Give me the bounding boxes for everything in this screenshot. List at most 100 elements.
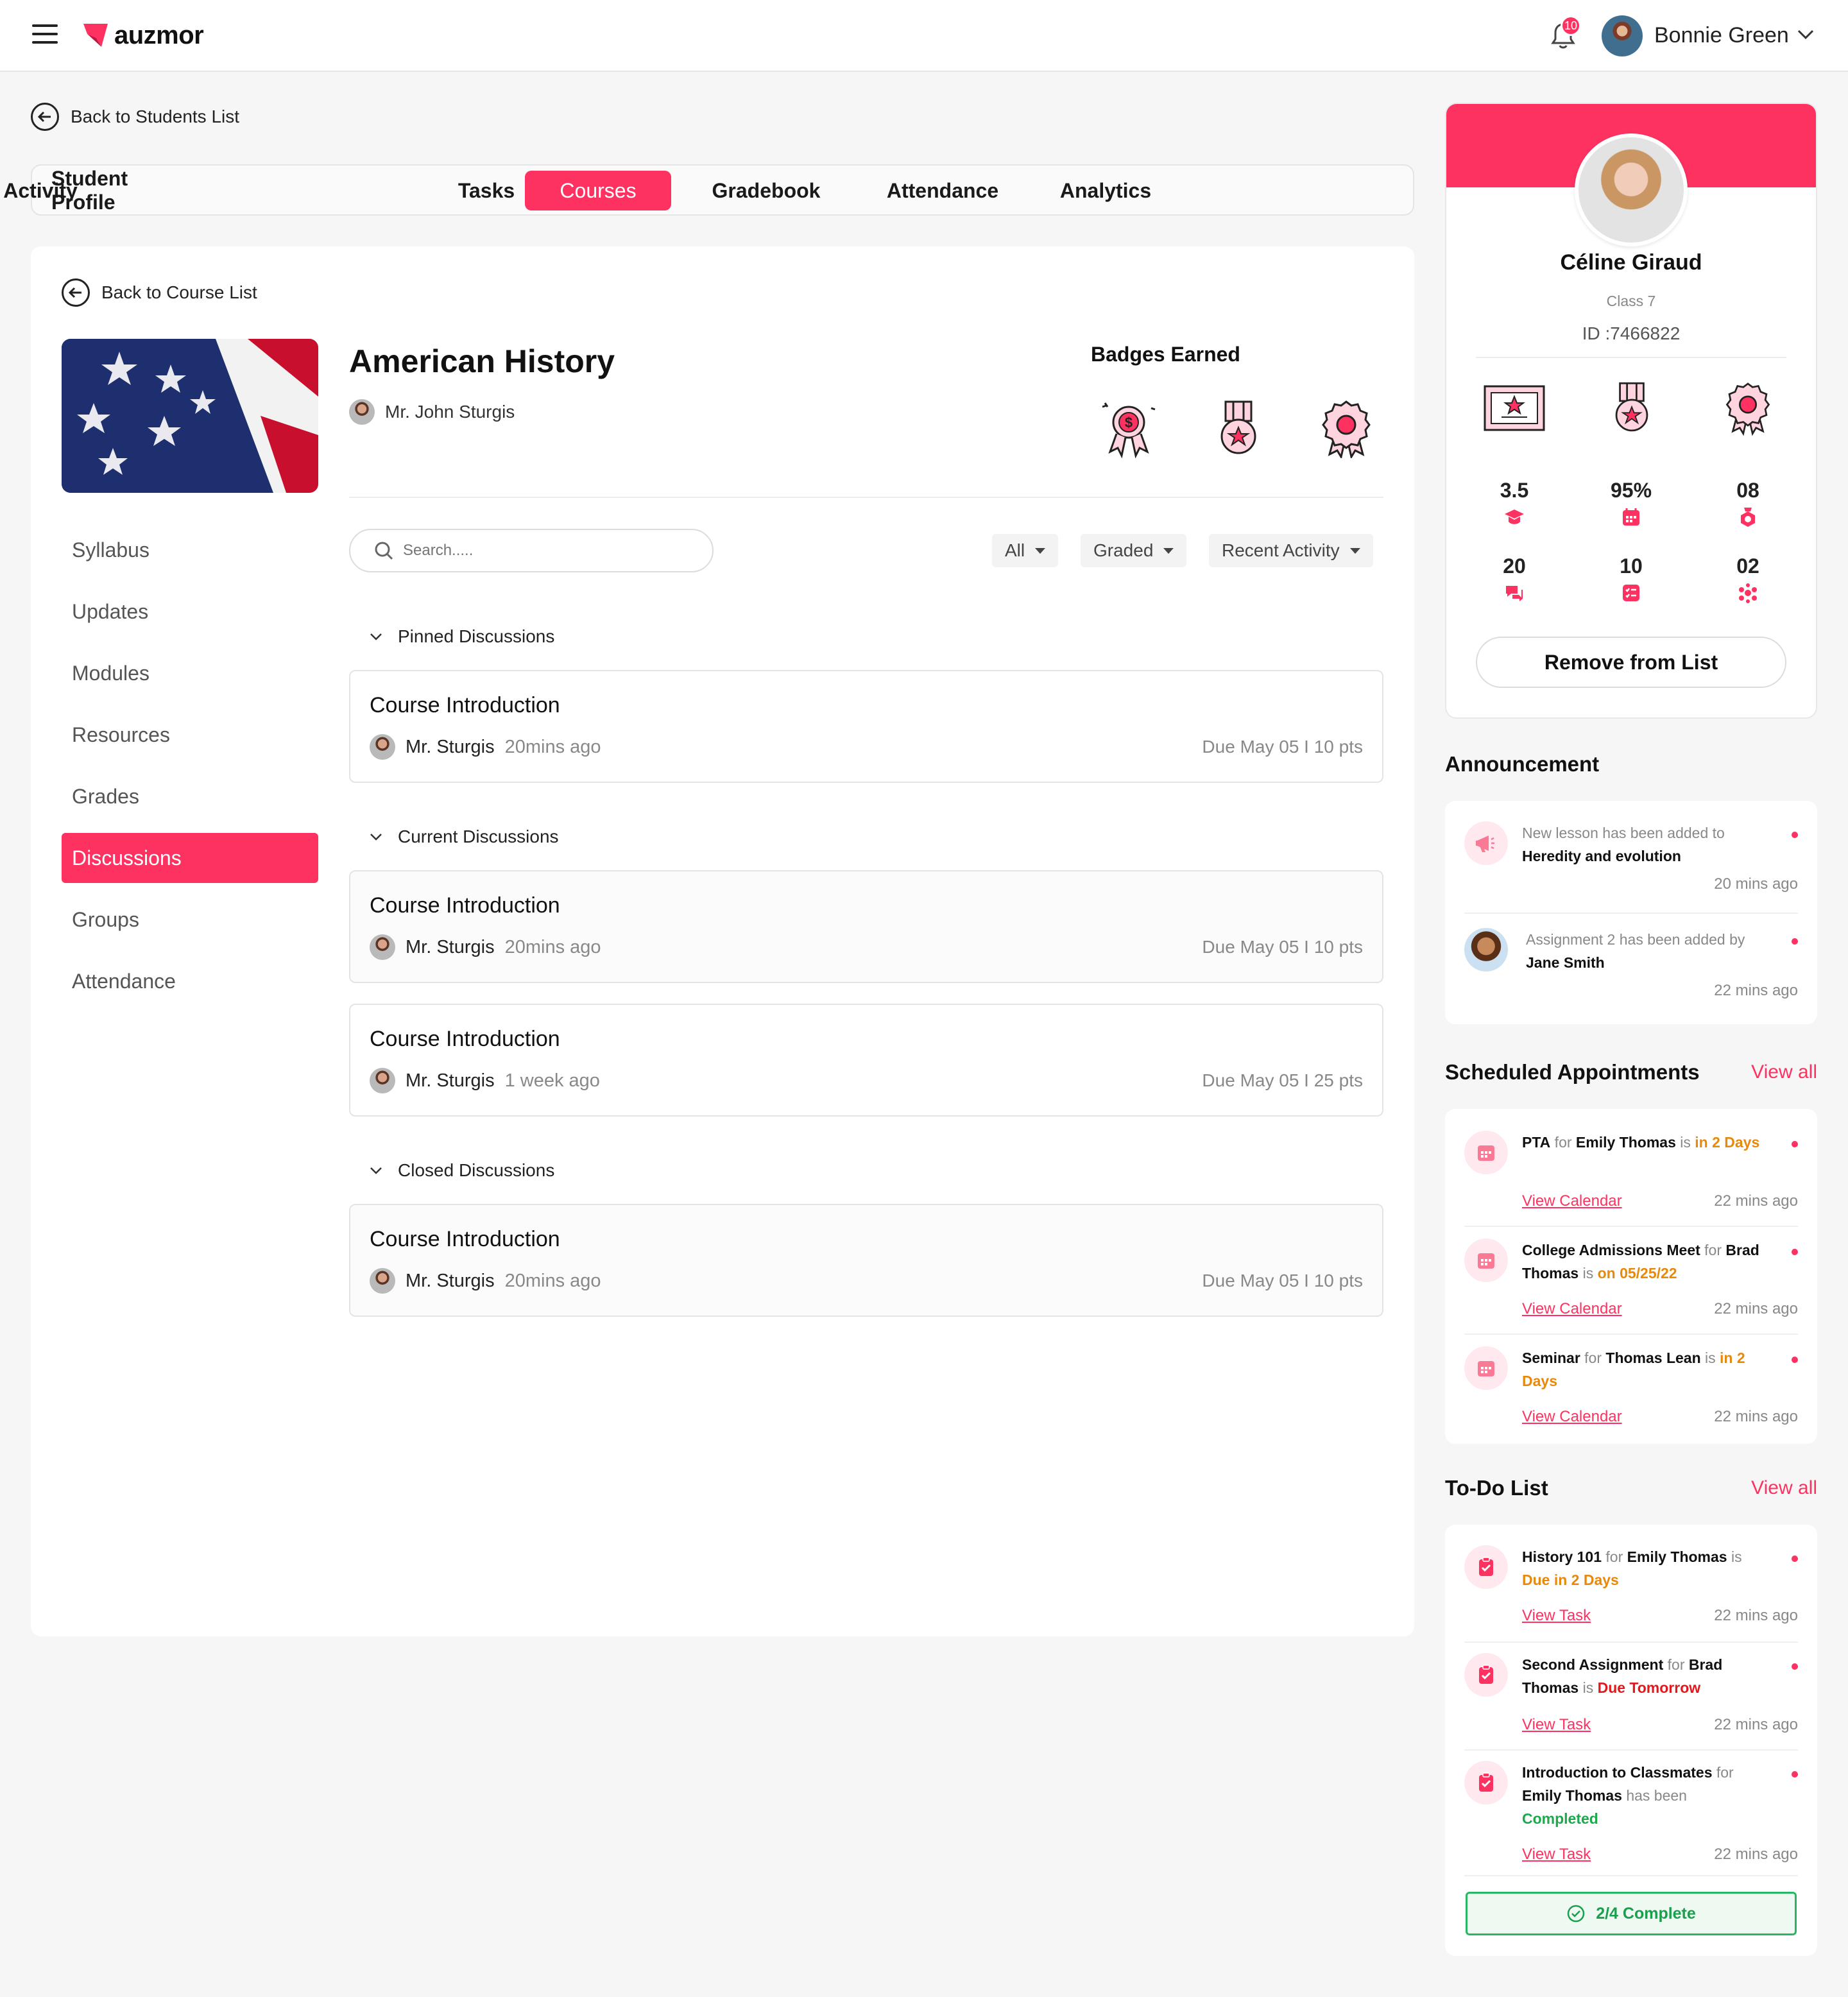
appointment-when: in 2 Days bbox=[1695, 1134, 1760, 1151]
todo-item: History 101 for Emily Thomas is Due in 2… bbox=[1464, 1545, 1798, 1635]
header-divider bbox=[349, 497, 1383, 498]
author-avatar bbox=[370, 934, 395, 960]
sidebar-item-discussions[interactable]: Discussions bbox=[62, 833, 318, 883]
sidebar-item-grades[interactable]: Grades bbox=[62, 771, 318, 821]
student-name: Céline Giraud bbox=[1560, 250, 1702, 275]
brand-logo[interactable]: auzmor bbox=[82, 19, 204, 51]
discussion-card[interactable]: Course Introduction Mr. Sturgis 1 week ag… bbox=[349, 1004, 1383, 1117]
filter-all-dropdown[interactable]: All bbox=[992, 534, 1059, 567]
sidebar-item-syllabus[interactable]: Syllabus bbox=[62, 525, 318, 575]
stat-attendance: 95% bbox=[1586, 479, 1676, 528]
arrow-left-icon bbox=[31, 103, 59, 131]
todo-task: Second Assignment bbox=[1522, 1656, 1664, 1673]
arrow-left-icon bbox=[62, 279, 90, 307]
tab-gradebook[interactable]: Gradebook bbox=[703, 171, 829, 210]
tab-attendance[interactable]: Attendance bbox=[875, 171, 1010, 210]
view-calendar-link[interactable]: View Calendar bbox=[1522, 1192, 1622, 1210]
todo-view-all-link[interactable]: View all bbox=[1751, 1477, 1817, 1499]
stat-attendance-value: 95% bbox=[1610, 479, 1652, 502]
megaphone-icon bbox=[1464, 821, 1508, 865]
discussion-title: Course Introduction bbox=[370, 1027, 560, 1051]
stat-tasks: 10 bbox=[1586, 554, 1676, 604]
announcement-title: Announcement bbox=[1445, 752, 1600, 776]
unread-dot bbox=[1792, 1249, 1798, 1255]
unread-dot bbox=[1792, 1141, 1798, 1147]
discussion-title: Course Introduction bbox=[370, 1227, 560, 1251]
tab-courses[interactable]: Courses bbox=[525, 171, 671, 210]
announcement-item[interactable]: Assignment 2 has been added by Jane Smit… bbox=[1464, 928, 1798, 1011]
discussion-card[interactable]: Course Introduction Mr. Sturgis 20mins ag… bbox=[349, 870, 1383, 983]
announcement-time: 22 mins ago bbox=[1714, 982, 1798, 999]
appointment-person: Thomas Lean bbox=[1605, 1350, 1701, 1366]
pinned-section-toggle[interactable]: Pinned Discussions bbox=[370, 626, 554, 647]
appointment-time: 22 mins ago bbox=[1714, 1192, 1798, 1210]
sidebar-item-modules[interactable]: Modules bbox=[62, 648, 318, 698]
closed-section-toggle[interactable]: Closed Discussions bbox=[370, 1160, 554, 1181]
view-task-link[interactable]: View Task bbox=[1522, 1846, 1591, 1864]
unread-dot bbox=[1792, 832, 1798, 838]
search-input[interactable] bbox=[403, 542, 685, 560]
remove-from-list-button[interactable]: Remove from List bbox=[1476, 637, 1786, 688]
filter-recent-dropdown[interactable]: Recent Activity bbox=[1209, 534, 1373, 567]
todo-task: History 101 bbox=[1522, 1548, 1602, 1565]
tab-analytics[interactable]: Analytics bbox=[1051, 171, 1160, 210]
discussion-card[interactable]: Course Introduction Mr. Sturgis 20mins ag… bbox=[349, 1204, 1383, 1317]
tab-tasks[interactable]: Tasks bbox=[448, 171, 525, 210]
user-name[interactable]: Bonnie Green bbox=[1654, 23, 1789, 48]
announcement-subject: Jane Smith bbox=[1526, 954, 1605, 971]
back-to-students-link[interactable]: Back to Students List bbox=[31, 103, 239, 131]
item-divider bbox=[1464, 1749, 1798, 1751]
view-task-link[interactable]: View Task bbox=[1522, 1716, 1591, 1734]
sidebar-item-groups[interactable]: Groups bbox=[62, 895, 318, 945]
back-to-course-link[interactable]: Back to Course List bbox=[62, 279, 257, 307]
filter-graded-dropdown[interactable]: Graded bbox=[1081, 534, 1187, 567]
todo-is-text: is bbox=[1727, 1548, 1742, 1565]
todo-status: Due in 2 Days bbox=[1522, 1572, 1619, 1588]
chevron-down-icon[interactable] bbox=[1797, 28, 1815, 41]
announcement-text-pre: Assignment 2 has been added by bbox=[1526, 931, 1745, 948]
search-icon bbox=[375, 542, 393, 560]
stat-badges-value: 08 bbox=[1736, 479, 1759, 502]
appointments-card: PTA for Emily Thomas is in 2 Days View C… bbox=[1445, 1109, 1817, 1444]
todo-for-text: for bbox=[1712, 1764, 1734, 1781]
discussion-due: Due May 05 I 10 pts bbox=[1202, 937, 1363, 957]
unread-dot bbox=[1792, 1357, 1798, 1363]
discussion-card[interactable]: Course Introduction Mr. Sturgis 20mins ag… bbox=[349, 670, 1383, 783]
chevron-down-icon bbox=[370, 832, 382, 841]
check-circle-icon bbox=[1567, 1905, 1585, 1923]
certificate-badge-icon bbox=[1482, 382, 1546, 434]
search-box[interactable] bbox=[349, 529, 714, 572]
todo-time: 22 mins ago bbox=[1714, 1607, 1798, 1624]
back-to-students-label: Back to Students List bbox=[71, 107, 240, 126]
sidebar-item-updates[interactable]: Updates bbox=[62, 587, 318, 637]
view-calendar-link[interactable]: View Calendar bbox=[1522, 1300, 1622, 1318]
view-calendar-link[interactable]: View Calendar bbox=[1522, 1408, 1622, 1426]
announcement-time: 20 mins ago bbox=[1714, 875, 1798, 893]
course-thumbnail bbox=[62, 339, 318, 493]
todo-text: Second Assignment for Brad Thomas is Due… bbox=[1522, 1653, 1766, 1699]
discussion-author: Mr. Sturgis bbox=[406, 736, 495, 757]
stat-tasks-value: 10 bbox=[1620, 554, 1643, 578]
tab-activity[interactable]: Activity bbox=[0, 171, 82, 210]
todo-for-text: for bbox=[1663, 1656, 1689, 1673]
todo-time: 22 mins ago bbox=[1714, 1716, 1798, 1733]
svg-text:$: $ bbox=[1125, 415, 1133, 431]
discussion-title: Course Introduction bbox=[370, 893, 560, 918]
current-section-toggle[interactable]: Current Discussions bbox=[370, 827, 559, 847]
brand-name: auzmor bbox=[114, 21, 204, 49]
todo-task: Introduction to Classmates bbox=[1522, 1764, 1713, 1781]
sidebar-item-resources[interactable]: Resources bbox=[62, 710, 318, 760]
sidebar-item-attendance[interactable]: Attendance bbox=[62, 956, 318, 1006]
author-avatar bbox=[1464, 928, 1508, 972]
user-avatar[interactable] bbox=[1602, 15, 1643, 56]
tab-bar: Student Profile Activity Tasks Courses G… bbox=[3, 164, 1414, 216]
filter-graded-label: Graded bbox=[1093, 540, 1154, 560]
todo-text: History 101 for Emily Thomas is Due in 2… bbox=[1522, 1545, 1766, 1591]
view-task-link[interactable]: View Task bbox=[1522, 1607, 1591, 1625]
menu-icon[interactable] bbox=[32, 24, 58, 46]
filter-recent-label: Recent Activity bbox=[1222, 540, 1340, 560]
course-teacher: Mr. John Sturgis bbox=[349, 399, 515, 425]
discussion-due: Due May 05 I 10 pts bbox=[1202, 1271, 1363, 1290]
appointments-view-all-link[interactable]: View all bbox=[1751, 1061, 1817, 1083]
announcement-item[interactable]: New lesson has been added to Heredity an… bbox=[1464, 821, 1798, 905]
